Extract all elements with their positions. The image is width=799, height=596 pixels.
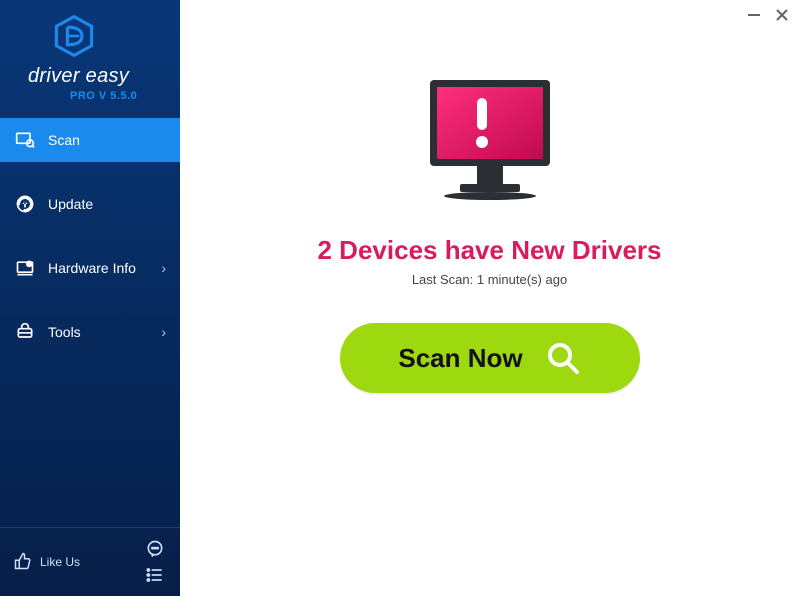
- update-icon: [14, 193, 36, 215]
- brand-version: PRO V 5.5.0: [70, 90, 137, 102]
- menu-icon[interactable]: [144, 564, 166, 586]
- svg-text:i: i: [29, 262, 30, 267]
- last-scan-text: Last Scan: 1 minute(s) ago: [412, 272, 567, 287]
- brand-name: driver easy: [28, 65, 129, 88]
- sidebar: driver easy PRO V 5.5.0 Scan: [0, 0, 180, 596]
- headline: 2 Devices have New Drivers: [318, 235, 662, 266]
- hardware-info-icon: i: [14, 257, 36, 279]
- sidebar-extra-icons: [144, 538, 166, 586]
- chevron-right-icon: ›: [161, 260, 166, 276]
- sidebar-bottom: Like Us: [0, 527, 180, 596]
- magnifier-icon: [545, 340, 581, 376]
- sidebar-item-update[interactable]: Update: [0, 182, 180, 226]
- sidebar-nav: Scan Update: [0, 118, 180, 374]
- window-controls: [747, 8, 789, 27]
- sidebar-item-label: Tools: [48, 324, 81, 340]
- feedback-icon[interactable]: [144, 538, 166, 560]
- scan-now-label: Scan Now: [398, 343, 522, 374]
- thumbs-up-icon: [14, 552, 32, 573]
- sidebar-item-label: Update: [48, 196, 93, 212]
- chevron-right-icon: ›: [161, 324, 166, 340]
- sidebar-item-hardware-info[interactable]: i Hardware Info ›: [0, 246, 180, 290]
- tools-icon: [14, 321, 36, 343]
- logo-icon: [52, 14, 96, 63]
- scan-icon: [14, 129, 36, 151]
- logo-block: driver easy PRO V 5.5.0: [0, 0, 180, 110]
- like-us-label: Like Us: [40, 555, 80, 569]
- sidebar-item-label: Hardware Info: [48, 260, 136, 276]
- sidebar-item-tools[interactable]: Tools ›: [0, 310, 180, 354]
- close-button[interactable]: [775, 8, 789, 27]
- scan-now-button[interactable]: Scan Now: [340, 323, 640, 393]
- sidebar-item-label: Scan: [48, 132, 80, 148]
- app-window: driver easy PRO V 5.5.0 Scan: [0, 0, 799, 596]
- alert-monitor-illustration: [415, 72, 565, 217]
- minimize-button[interactable]: [747, 8, 761, 27]
- sidebar-item-scan[interactable]: Scan: [0, 118, 180, 162]
- content: 2 Devices have New Drivers Last Scan: 1 …: [180, 0, 799, 393]
- like-us-button[interactable]: Like Us: [14, 552, 80, 573]
- main-panel: 2 Devices have New Drivers Last Scan: 1 …: [180, 0, 799, 596]
